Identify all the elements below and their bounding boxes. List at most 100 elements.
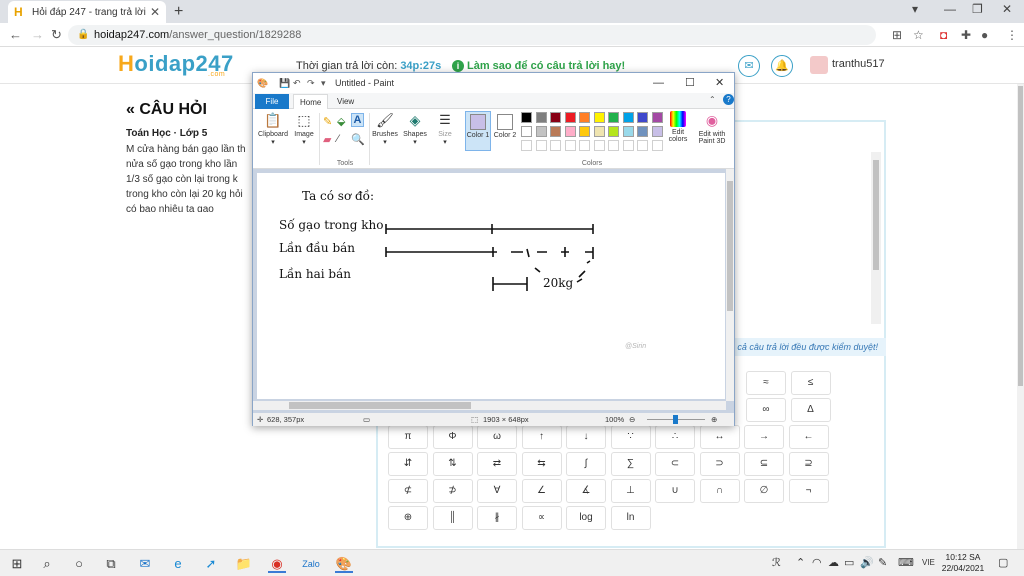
- username[interactable]: tranthu517: [832, 58, 885, 70]
- color-picker-icon[interactable]: ⁄: [337, 133, 339, 145]
- shapes-button[interactable]: ◈ Shapes ▾: [401, 111, 429, 146]
- volume-icon[interactable]: 🔊: [860, 556, 874, 569]
- cortana-icon[interactable]: ○: [70, 555, 88, 573]
- onedrive-icon[interactable]: ☁: [828, 556, 839, 569]
- mail-icon[interactable]: ✉: [136, 555, 154, 573]
- pencil-icon[interactable]: ✎: [323, 115, 332, 128]
- symbol-button[interactable]: Φ: [432, 425, 473, 449]
- symbol-button[interactable]: ←: [788, 425, 829, 449]
- color2-button[interactable]: Color 2: [492, 111, 518, 151]
- clipboard-button[interactable]: 📋 Clipboard ▾: [257, 111, 289, 146]
- symbol-button[interactable]: ⊥: [610, 479, 651, 503]
- messages-icon[interactable]: ✉: [738, 55, 760, 77]
- symbol-button[interactable]: ∝: [521, 506, 562, 530]
- extension-shield-icon[interactable]: ◘: [940, 28, 947, 42]
- tab-file[interactable]: File: [255, 94, 289, 109]
- symbol-button[interactable]: ∀: [477, 479, 517, 503]
- symbol-button[interactable]: ∞: [746, 398, 786, 422]
- paint-minimize-button[interactable]: —: [653, 73, 664, 93]
- symbol-button[interactable]: ∪: [655, 479, 695, 503]
- close-window-button[interactable]: ✕: [1002, 2, 1012, 16]
- answer-scrollbar[interactable]: [871, 152, 881, 324]
- paint-close-button[interactable]: ✕: [715, 73, 724, 93]
- tab-view[interactable]: View: [331, 94, 360, 109]
- symbol-button[interactable]: ⊅: [432, 479, 473, 503]
- symbol-button[interactable]: ⊕: [388, 506, 428, 530]
- edit-paint3d-button[interactable]: ◉ Edit with Paint 3D: [693, 111, 731, 145]
- symbol-button[interactable]: ln: [610, 506, 651, 530]
- symbol-button[interactable]: ↑: [521, 425, 562, 449]
- app-icon[interactable]: ➚: [202, 555, 220, 573]
- tab-search-icon[interactable]: ▾: [912, 2, 918, 16]
- extensions-puzzle-icon[interactable]: ✚: [961, 28, 971, 42]
- symbol-button[interactable]: ⊂: [655, 452, 695, 476]
- canvas-horizontal-scrollbar[interactable]: [253, 401, 726, 410]
- translate-icon[interactable]: ⊞: [892, 28, 902, 42]
- paint-taskbar-icon[interactable]: 🎨: [335, 555, 353, 573]
- zoom-slider-thumb[interactable]: [673, 415, 678, 424]
- keyboard-icon[interactable]: ⌨: [898, 556, 914, 569]
- battery-icon[interactable]: ▭: [844, 556, 854, 569]
- minimize-window-button[interactable]: —: [944, 2, 956, 16]
- symbol-button[interactable]: ⇵: [388, 452, 428, 476]
- symbol-button[interactable]: ¬: [788, 479, 829, 503]
- symbol-button[interactable]: ∩: [699, 479, 740, 503]
- symbol-button[interactable]: ∅: [744, 479, 784, 503]
- symbol-button[interactable]: ⇆: [521, 452, 562, 476]
- symbol-button[interactable]: Δ: [790, 398, 831, 422]
- symbol-button[interactable]: ≤: [790, 371, 831, 395]
- zalo-icon[interactable]: Zalo: [302, 555, 320, 573]
- canvas-vertical-scrollbar[interactable]: [726, 169, 734, 401]
- drawing-canvas[interactable]: Ta có sơ đồ: Số gạo trong kho Lần đầu bá…: [257, 173, 725, 399]
- symbol-button[interactable]: ∡: [566, 479, 606, 503]
- symbol-button[interactable]: ⊄: [388, 479, 428, 503]
- symbol-button[interactable]: ║: [432, 506, 473, 530]
- new-tab-button[interactable]: +: [174, 3, 183, 21]
- symbol-button[interactable]: ∫: [566, 452, 606, 476]
- avatar[interactable]: [810, 56, 828, 74]
- tab-home[interactable]: Home: [293, 94, 329, 109]
- symbol-button[interactable]: ≈: [746, 371, 786, 395]
- help-icon[interactable]: ?: [723, 94, 734, 105]
- size-button[interactable]: ☰ Size ▾: [431, 111, 459, 146]
- symbol-button[interactable]: ∠: [521, 479, 562, 503]
- task-view-icon[interactable]: ⧉: [102, 555, 120, 573]
- edit-colors-button[interactable]: Edit colors: [665, 111, 691, 143]
- site-logo[interactable]: Hoidap247 .com: [118, 51, 234, 78]
- save-icon[interactable]: 💾: [279, 73, 290, 93]
- symbol-button[interactable]: ⇄: [477, 452, 517, 476]
- browser-tab[interactable]: H Hỏi đáp 247 - trang trả lời ✕: [8, 1, 166, 23]
- file-explorer-icon[interactable]: 📁: [235, 555, 253, 573]
- profile-icon[interactable]: ●: [981, 28, 988, 42]
- language-indicator[interactable]: VIE: [922, 558, 935, 567]
- text-tool-icon[interactable]: A: [351, 113, 364, 127]
- pen-icon[interactable]: ✎: [878, 556, 887, 569]
- notifications-icon[interactable]: ▢: [998, 556, 1008, 569]
- symbol-button[interactable]: ∦: [477, 506, 517, 530]
- quick-access-dropdown-icon[interactable]: ▾: [321, 73, 326, 93]
- fill-icon[interactable]: ⬙: [337, 115, 345, 128]
- back-arrow-icon[interactable]: ←: [9, 27, 22, 42]
- page-scrollbar[interactable]: [1017, 84, 1024, 549]
- show-hidden-icons[interactable]: ⌃: [796, 556, 805, 569]
- symbol-button[interactable]: ↔: [699, 425, 740, 449]
- symbol-button[interactable]: ⊃: [699, 452, 740, 476]
- brushes-button[interactable]: 🖌 Brushes ▾: [371, 111, 399, 146]
- bookmark-star-icon[interactable]: ☆: [913, 28, 924, 42]
- symbol-button[interactable]: ∑: [610, 452, 651, 476]
- undo-icon[interactable]: ↶: [293, 73, 301, 93]
- symbol-button[interactable]: ↓: [566, 425, 606, 449]
- wifi-icon[interactable]: ◠: [812, 556, 822, 569]
- color1-button[interactable]: Color 1: [465, 111, 491, 151]
- redo-icon[interactable]: ↷: [307, 73, 315, 93]
- reload-icon[interactable]: ↻: [51, 27, 62, 43]
- symbol-button[interactable]: ω: [477, 425, 517, 449]
- notification-bell-icon[interactable]: 🔔: [771, 55, 793, 77]
- zoom-out-icon[interactable]: ⊖: [629, 413, 635, 426]
- symbol-button[interactable]: ∴: [655, 425, 695, 449]
- symbol-button[interactable]: ⇅: [432, 452, 473, 476]
- search-icon[interactable]: ⌕: [38, 555, 56, 573]
- maximize-window-button[interactable]: ❐: [972, 2, 983, 16]
- windows-start-icon[interactable]: ⊞: [8, 555, 26, 573]
- symbol-button[interactable]: ⊆: [744, 452, 784, 476]
